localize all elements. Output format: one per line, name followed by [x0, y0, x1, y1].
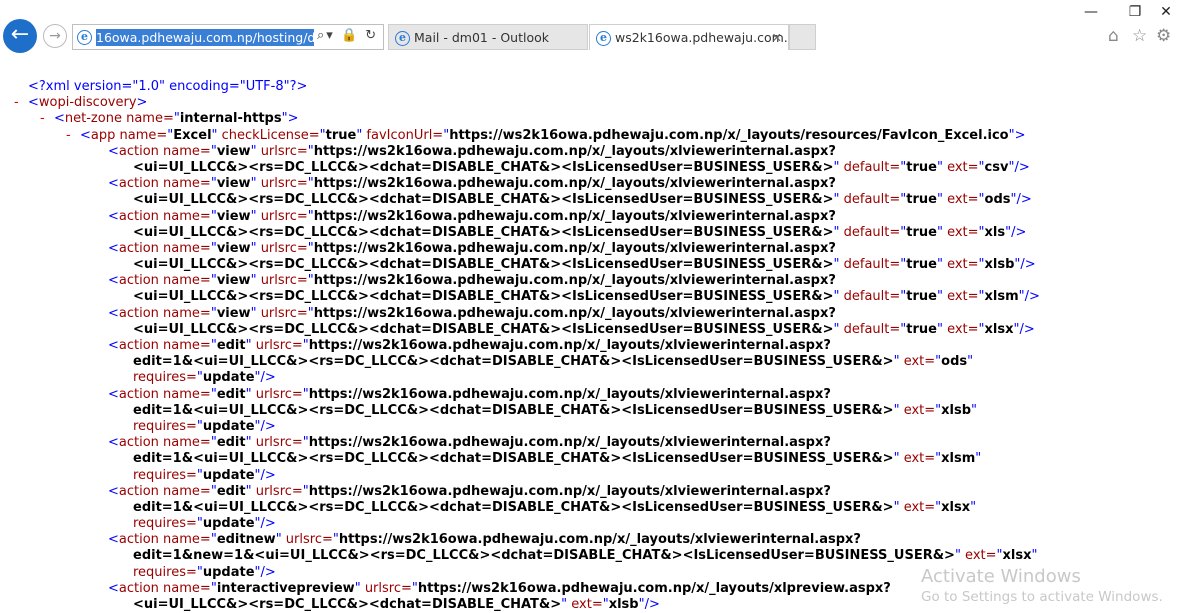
home-icon[interactable]: ⌂	[1108, 26, 1119, 46]
favorites-icon[interactable]: ☆	[1132, 26, 1147, 46]
ie-page-icon: e	[77, 30, 92, 45]
minimize-button[interactable]: —	[1077, 2, 1105, 22]
tab-label: Mail - dm01 - Outlook	[414, 30, 549, 45]
tab-mail[interactable]: e Mail - dm01 - Outlook	[388, 24, 588, 50]
close-window-button[interactable]: ✕	[1152, 2, 1180, 22]
browser-chrome: — ❐ ✕ ← → e 16owa.pdhewaju.com.np/hostin…	[0, 0, 1182, 70]
ie-tab-icon: e	[395, 31, 410, 46]
collapse-toggle: -	[40, 111, 45, 127]
restore-button[interactable]: ❐	[1121, 2, 1149, 22]
collapse-toggle: -	[66, 127, 71, 143]
ie-tab-icon: e	[596, 31, 611, 46]
activate-windows-watermark: Activate Windows Go to Settings to activ…	[921, 566, 1163, 606]
collapse-toggle: -	[14, 95, 19, 111]
forward-button[interactable]: →	[43, 24, 67, 48]
address-input[interactable]: 16owa.pdhewaju.com.np/hosting/discovery	[96, 29, 314, 46]
address-bar[interactable]: e 16owa.pdhewaju.com.np/hosting/discover…	[72, 24, 384, 50]
close-tab-icon[interactable]: ✕	[772, 25, 782, 51]
tab-discovery[interactable]: e ws2k16owa.pdhewaju.com.... ✕	[589, 24, 800, 51]
back-button[interactable]: ←	[3, 19, 37, 53]
address-bar-icons[interactable]: ⌕▾ 🔒 ↻	[317, 28, 378, 43]
watermark-subtitle: Go to Settings to activate Windows.	[921, 589, 1163, 605]
watermark-title: Activate Windows	[921, 566, 1081, 587]
settings-icon[interactable]: ⚙	[1156, 26, 1171, 46]
new-tab-button[interactable]	[789, 24, 816, 50]
